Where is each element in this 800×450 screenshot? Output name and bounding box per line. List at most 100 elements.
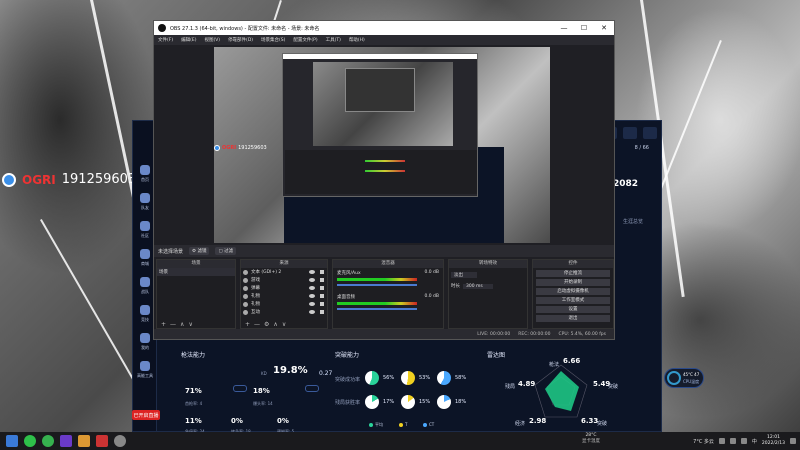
perf-nav-arena[interactable]: 竞技 (135, 305, 155, 329)
menu-edit[interactable]: 编辑(E) (181, 37, 196, 43)
perf-nav-teammates[interactable]: 队友 (135, 193, 155, 217)
lock-icon[interactable] (320, 294, 324, 298)
menu-profile[interactable]: 配置文件(P) (293, 37, 317, 43)
eye-icon[interactable] (309, 294, 315, 298)
clutch-pie-2 (437, 371, 451, 385)
lock-icon[interactable] (320, 310, 324, 314)
eye-icon[interactable] (309, 286, 315, 290)
clutch-val-2: 58% (455, 375, 467, 381)
lock-icon[interactable] (320, 278, 324, 282)
gpu-temp-label: 显卡温度 (582, 439, 600, 444)
obs-titlebar[interactable]: OBS 27.1.3 (64-bit, windows) - 配置文件: 未命名… (154, 21, 614, 35)
perf-nav-community[interactable]: 社区 (135, 221, 155, 245)
add-scene-button[interactable]: + (161, 321, 166, 328)
preview-brand: OGRI (222, 145, 237, 151)
perf-nav-home[interactable]: 首页 (135, 165, 155, 189)
studio-mode-button[interactable]: 工作室模式 (536, 297, 610, 304)
source-item[interactable]: 文本 (GDI+) 2 (241, 268, 327, 276)
cpu-fps: CPU: 5.4%, 60.00 fps (558, 331, 607, 337)
menu-file[interactable]: 文件(F) (158, 37, 173, 43)
scene-up-button[interactable]: ∧ (180, 321, 184, 328)
lock-icon[interactable] (320, 286, 324, 290)
browser-icon (243, 301, 248, 307)
tray-chevron-icon[interactable] (718, 438, 725, 444)
close-button[interactable]: ✕ (594, 24, 614, 32)
mixer-channel-desktop: 桌面音频 0.0 dB (333, 292, 443, 316)
folder-icon[interactable] (96, 435, 108, 447)
notification-icon[interactable] (790, 438, 796, 444)
volume-icon[interactable] (740, 438, 747, 444)
ime-indicator[interactable]: 中 (752, 438, 757, 445)
perf-menu-hint[interactable]: 生涯总览 (623, 218, 643, 225)
clock[interactable]: 12:01 2022/2/13 (762, 435, 785, 447)
eye-icon[interactable] (309, 270, 315, 274)
source-item[interactable]: 互动 (241, 308, 327, 316)
mic-level-meter (337, 278, 417, 281)
source-item[interactable]: 游戏 (241, 276, 327, 284)
desktop-room-id: 191259603 (61, 172, 137, 187)
perf-ctrl-2[interactable] (623, 127, 637, 139)
location-pin-icon (2, 172, 16, 187)
start-icon[interactable] (6, 435, 18, 447)
remove-source-button[interactable]: — (254, 321, 260, 328)
settings-button[interactable]: 设置 (536, 306, 610, 313)
eye-icon[interactable] (309, 302, 315, 306)
lock-icon[interactable] (320, 302, 324, 306)
source-down-button[interactable]: ∨ (282, 321, 286, 328)
virtual-camera-button[interactable]: 启动虚拟摄像机 (536, 288, 610, 295)
menu-docks[interactable]: 停靠部件(D) (228, 37, 253, 43)
wechat-icon[interactable] (24, 435, 36, 447)
perf-ctrl-3[interactable] (643, 127, 657, 139)
chat-icon[interactable] (42, 435, 54, 447)
obs-canvas-area: OGRI 191259603 (154, 45, 614, 260)
clutch-pie-3 (365, 395, 379, 409)
mic-volume-slider[interactable] (337, 284, 417, 286)
maximize-button[interactable]: ☐ (574, 24, 594, 32)
obs-taskbar-icon[interactable] (114, 435, 126, 447)
source-item[interactable]: 礼物 (241, 300, 327, 308)
clutch-pie-4 (401, 395, 415, 409)
legend-avg: 平均 (375, 422, 383, 427)
perf-nav-mine[interactable]: 我的 (135, 333, 155, 357)
eye-icon[interactable] (309, 278, 315, 282)
app-icon[interactable] (60, 435, 72, 447)
source-item[interactable]: 礼物 (241, 292, 327, 300)
nested-meter-2 (365, 170, 405, 172)
current-scene-name: 未选择场景 (158, 248, 184, 255)
exit-button[interactable]: 退出 (536, 315, 610, 322)
scene-filter-2-button[interactable]: ▢ 过滤 (215, 247, 237, 255)
temp-widget[interactable]: 45°C 47 CPU温度 (664, 368, 704, 388)
perf-nav-store[interactable]: 商城 (135, 249, 155, 273)
start-recording-button[interactable]: 开始录制 (536, 279, 610, 286)
source-settings-button[interactable]: ⚙ (264, 321, 269, 328)
menu-tools[interactable]: 工具(T) (326, 37, 341, 43)
source-up-button[interactable]: ∧ (273, 321, 277, 328)
sources-dock: 来源 文本 (GDI+) 2 游戏 弹幕 礼物 礼物 互动 + — ⚙ ∧ ∨ (240, 259, 328, 329)
clutch-title: 突破能力 (335, 352, 360, 359)
obs-preview[interactable]: OGRI 191259603 (214, 47, 550, 243)
scene-down-button[interactable]: ∨ (188, 321, 192, 328)
aim-stat-1-tag (305, 385, 319, 392)
scene-item[interactable]: 场景 (157, 268, 235, 276)
perf-nav-tools[interactable]: 高能工具 (135, 361, 155, 385)
menu-help[interactable]: 帮助(H) (349, 37, 365, 43)
perf-nav-clan[interactable]: 战队 (135, 277, 155, 301)
desktop-volume-slider[interactable] (337, 308, 417, 310)
radar-label-3: 经济 (515, 421, 526, 427)
lock-icon[interactable] (320, 270, 324, 274)
add-source-button[interactable]: + (245, 321, 250, 328)
source-item[interactable]: 弹幕 (241, 284, 327, 292)
network-icon[interactable] (729, 438, 736, 444)
menu-scene-collection[interactable]: 场景集合(S) (261, 37, 285, 43)
game-icon[interactable] (78, 435, 90, 447)
weather-status[interactable]: 7°C 多云 (693, 438, 714, 445)
scene-filter-button[interactable]: ⚙ 滤镜 (189, 247, 210, 255)
live-badge[interactable]: 已开启直播 (132, 410, 160, 420)
duration-input[interactable]: 300 ms (463, 283, 493, 289)
eye-icon[interactable] (309, 310, 315, 314)
minimize-button[interactable]: — (554, 24, 574, 32)
stop-streaming-button[interactable]: 停止推流 (536, 270, 610, 277)
remove-scene-button[interactable]: — (170, 321, 176, 328)
transition-select[interactable]: 淡出 (451, 272, 477, 278)
menu-view[interactable]: 视图(V) (204, 37, 220, 43)
